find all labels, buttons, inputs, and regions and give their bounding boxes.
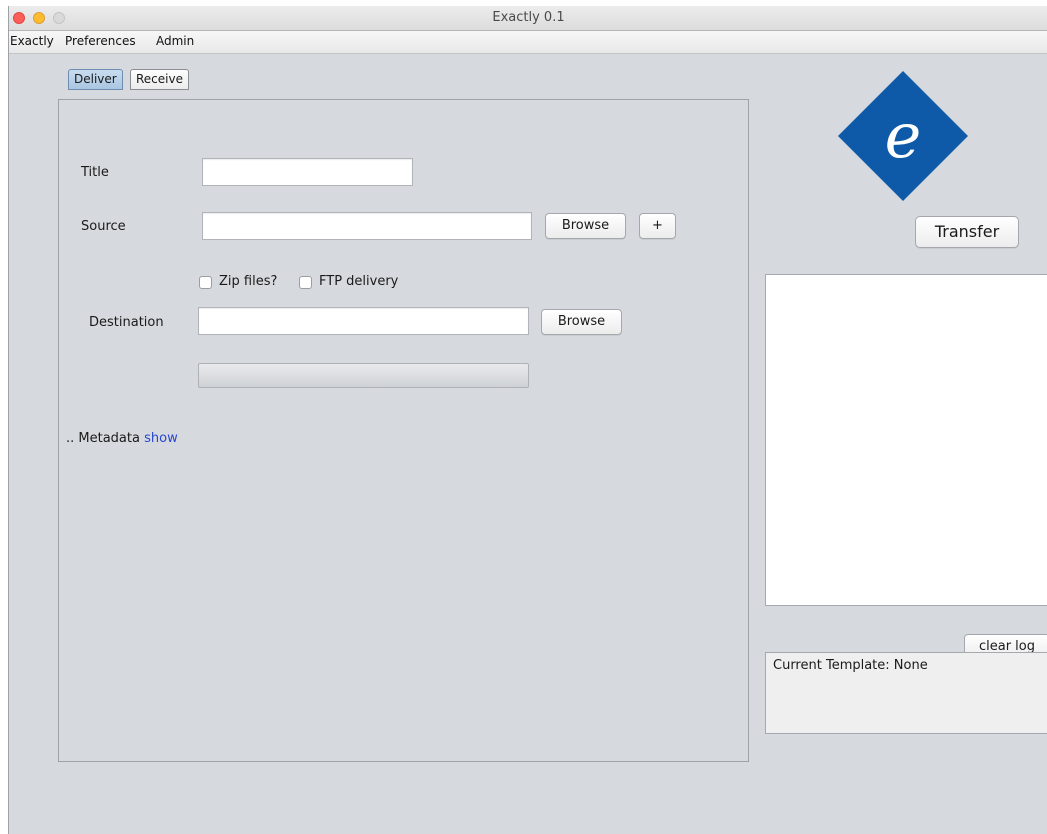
logo-letter: e (885, 99, 922, 172)
destination-input[interactable] (198, 307, 529, 335)
destination-browse-button[interactable]: Browse (541, 309, 622, 335)
menu-exactly[interactable]: Exactly (10, 34, 54, 48)
ftp-delivery-checkbox[interactable] (299, 276, 312, 289)
current-template-text: Current Template: None (773, 658, 928, 673)
template-status-box: Current Template: None (765, 652, 1047, 734)
title-bar: Exactly 0.1 (9, 6, 1047, 31)
source-browse-button[interactable]: Browse (545, 213, 626, 239)
app-window: Exactly 0.1 Exactly Preferences Admin De… (8, 6, 1047, 834)
zip-files-checkbox[interactable] (199, 276, 212, 289)
exactly-logo-icon: e (838, 71, 968, 201)
source-input[interactable] (202, 212, 532, 240)
title-input[interactable] (202, 158, 413, 186)
menu-preferences[interactable]: Preferences (65, 34, 136, 48)
tab-deliver[interactable]: Deliver (68, 69, 123, 90)
log-output[interactable] (765, 274, 1047, 606)
transfer-button[interactable]: Transfer (915, 216, 1019, 248)
destination-label: Destination (89, 315, 164, 330)
progress-bar (198, 363, 529, 388)
add-source-button[interactable]: + (639, 213, 676, 239)
deliver-panel: Title Source Browse + Zip files? FTP del… (58, 99, 749, 762)
window-title: Exactly 0.1 (492, 10, 565, 25)
menu-admin[interactable]: Admin (156, 34, 194, 48)
title-label: Title (81, 165, 109, 180)
ftp-delivery-label: FTP delivery (319, 274, 399, 289)
source-label: Source (81, 219, 126, 234)
tab-receive[interactable]: Receive (130, 69, 189, 90)
metadata-show-link[interactable]: show (144, 431, 178, 446)
metadata-label: .. Metadata (66, 431, 140, 446)
exactly-logo: e (836, 69, 970, 207)
zip-files-label: Zip files? (219, 274, 278, 289)
metadata-toggle: .. Metadata show (66, 431, 178, 446)
menu-bar: Exactly Preferences Admin (9, 31, 1047, 54)
